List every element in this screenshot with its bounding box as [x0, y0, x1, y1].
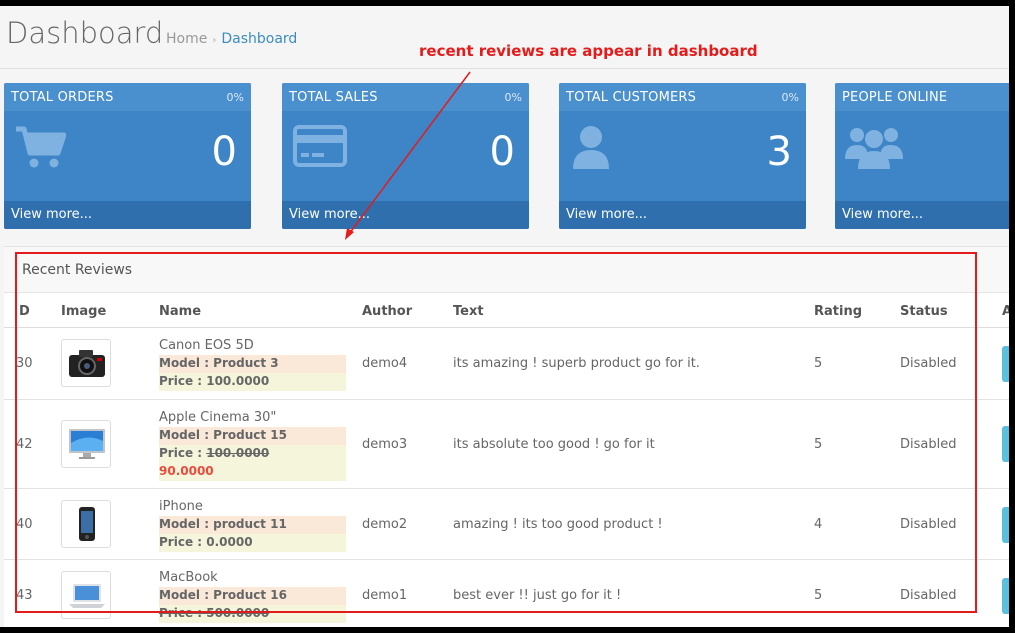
tile-title: TOTAL CUSTOMERS — [566, 90, 697, 105]
price-label: Price : — [159, 446, 207, 460]
tile-footer: View more... — [282, 201, 529, 229]
laptop-product-image — [61, 571, 111, 619]
review-id: 30 — [16, 356, 33, 371]
view-more-link[interactable]: View more... — [842, 207, 923, 222]
review-author: demo2 — [362, 517, 408, 532]
review-author: demo4 — [362, 356, 408, 371]
product-model: Model : Product 3 — [159, 355, 346, 373]
tile-percent: 0% — [781, 91, 799, 104]
tile-people-online: PEOPLE ONLINE View more... — [835, 83, 1009, 229]
review-text: best ever !! just go for it ! — [453, 588, 622, 603]
credit-card-icon — [292, 123, 352, 173]
review-text: its amazing ! superb product go for it. — [453, 356, 700, 371]
review-id: 42 — [16, 437, 33, 452]
tile-footer: View more... — [835, 201, 1009, 229]
edit-button[interactable] — [1002, 426, 1009, 462]
tile-total-orders: TOTAL ORDERS 0% 0 View more... — [4, 83, 251, 229]
review-status: Disabled — [900, 588, 957, 603]
edit-button[interactable] — [1002, 507, 1009, 543]
view-more-link[interactable]: View more... — [11, 207, 92, 222]
review-rating: 4 — [814, 517, 823, 532]
review-author: demo3 — [362, 437, 408, 452]
tile-title: PEOPLE ONLINE — [842, 90, 948, 105]
tile-header: TOTAL ORDERS 0% — [4, 83, 251, 111]
product-model: Model : Product 15 — [159, 427, 346, 445]
column-header-rating[interactable]: Rating — [814, 304, 862, 319]
product-price: Price : 100.0000 — [159, 373, 346, 391]
review-status: Disabled — [900, 517, 957, 532]
tile-header: TOTAL CUSTOMERS 0% — [559, 83, 806, 111]
table-row: 43 MacBook Model : Product 16 Price : 50… — [4, 560, 1009, 627]
page-header: Dashboard Home › Dashboard recent reviews … — [0, 6, 1009, 68]
panel-title: Recent Reviews — [22, 262, 133, 278]
price-label: Price : 500.0000 — [159, 606, 270, 620]
shopping-cart-icon — [14, 123, 74, 173]
annotation-text: recent reviews are appear in dashboard — [419, 42, 758, 60]
tile-footer: View more... — [4, 201, 251, 229]
review-status: Disabled — [900, 437, 957, 452]
review-text: its absolute too good ! go for it — [453, 437, 655, 452]
table-row: 30 Canon EOS 5D Model : Product 3 Price … — [4, 328, 1009, 400]
review-text: amazing ! its too good product ! — [453, 517, 663, 532]
tile-value: 3 — [766, 129, 792, 175]
old-price: 100.0000 — [206, 446, 270, 460]
review-rating: 5 — [814, 588, 823, 603]
breadcrumb-dashboard-link[interactable]: Dashboard — [221, 31, 297, 47]
tile-value: 0 — [211, 129, 237, 175]
product-name[interactable]: Canon EOS 5D — [159, 338, 254, 353]
user-icon — [569, 123, 629, 173]
edit-button[interactable] — [1002, 578, 1009, 614]
view-more-link[interactable]: View more... — [566, 207, 647, 222]
product-price: Price : 0.0000 — [159, 534, 346, 552]
phone-product-image — [61, 500, 111, 548]
column-header-action[interactable]: A — [1002, 304, 1009, 319]
product-model: Model : product 11 — [159, 516, 346, 534]
tile-footer: View more... — [559, 201, 806, 229]
dashboard-window: Dashboard Home › Dashboard recent reviews … — [0, 6, 1009, 627]
tile-percent: 0% — [504, 91, 522, 104]
column-header-id[interactable]: D — [19, 304, 30, 319]
panel-heading: Recent Reviews — [4, 247, 1009, 293]
review-author: demo1 — [362, 588, 408, 603]
users-icon — [845, 123, 905, 173]
tile-percent: 0% — [226, 91, 244, 104]
product-name[interactable]: Apple Cinema 30" — [159, 410, 276, 425]
breadcrumb-home-link[interactable]: Home — [166, 31, 207, 47]
product-name[interactable]: iPhone — [159, 499, 203, 514]
product-model: Model : Product 16 — [159, 587, 346, 605]
page-title: Dashboard — [6, 16, 164, 50]
monitor-product-image — [61, 420, 111, 468]
review-rating: 5 — [814, 437, 823, 452]
product-price: Price : 100.0000 — [159, 445, 346, 463]
special-price: 90.0000 — [159, 463, 346, 481]
review-rating: 5 — [814, 356, 823, 371]
column-header-image[interactable]: Image — [61, 304, 106, 319]
review-status: Disabled — [900, 356, 957, 371]
table-row: 40 iPhone Model : product 11 Price : 0.0… — [4, 489, 1009, 560]
tile-total-sales: TOTAL SALES 0% 0 View more... — [282, 83, 529, 229]
tile-header: PEOPLE ONLINE — [835, 83, 1009, 111]
tile-value: 0 — [489, 129, 515, 175]
column-header-text[interactable]: Text — [453, 304, 484, 319]
tile-total-customers: TOTAL CUSTOMERS 0% 3 View more... — [559, 83, 806, 229]
product-price: Price : 500.0000 — [159, 605, 346, 623]
column-header-author[interactable]: Author — [362, 304, 412, 319]
tile-header: TOTAL SALES 0% — [282, 83, 529, 111]
product-name[interactable]: MacBook — [159, 570, 218, 585]
view-more-link[interactable]: View more... — [289, 207, 370, 222]
column-header-name[interactable]: Name — [159, 304, 201, 319]
camera-product-image — [61, 339, 111, 387]
edit-button[interactable] — [1002, 346, 1009, 382]
tile-title: TOTAL ORDERS — [11, 90, 114, 105]
review-id: 40 — [16, 517, 33, 532]
table-row: 42 Apple Cinema 30" Model : Product 15 P… — [4, 400, 1009, 489]
breadcrumb: Home › Dashboard — [166, 31, 297, 47]
tile-title: TOTAL SALES — [289, 90, 378, 105]
header-divider — [0, 68, 1009, 69]
review-id: 43 — [16, 588, 33, 603]
breadcrumb-separator-icon: › — [212, 35, 217, 46]
recent-reviews-panel: Recent Reviews D Image Name Author Text … — [4, 246, 1009, 627]
column-header-status[interactable]: Status — [900, 304, 948, 319]
